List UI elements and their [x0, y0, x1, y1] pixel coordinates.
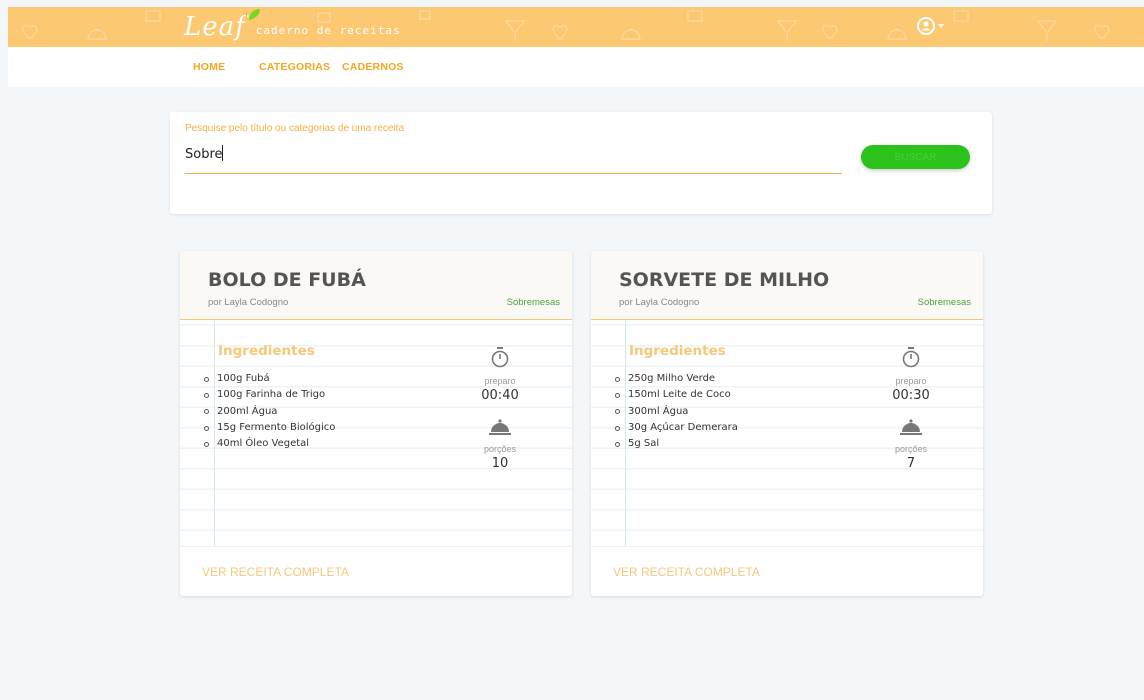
serving-cloche-icon	[489, 419, 511, 435]
ingredients-title: Ingredientes	[218, 343, 315, 359]
portions-label: porções	[483, 444, 517, 454]
recipe-card: BOLO DE FUBÁ por Layla Codogno Sobremesa…	[180, 251, 572, 596]
search-button[interactable]: BUSCAR	[861, 145, 970, 169]
portions-count: 10	[491, 456, 509, 471]
ingredients-title: Ingredientes	[629, 343, 726, 359]
main-nav: HOME CATEGORIAS CADERNOS	[8, 47, 1144, 87]
bullet-icon	[204, 392, 209, 398]
view-full-recipe-link[interactable]: VER RECEITA COMPLETA	[613, 565, 760, 579]
ingredient-item: 15g Fermento Biológico	[204, 420, 335, 436]
ingredient-item: 30g Açúcar Demerara	[615, 420, 738, 436]
bullet-icon	[204, 441, 209, 447]
prep-label: preparo	[484, 376, 516, 386]
prep-label: preparo	[895, 376, 927, 386]
leaf-icon	[246, 9, 260, 20]
recipe-category[interactable]: Sobremesas	[918, 297, 971, 308]
bullet-icon	[615, 376, 620, 382]
recipe-stats: preparo 00:30 porções 7	[871, 347, 951, 471]
search-label: Pesquise pelo título ou categorias de um…	[185, 123, 405, 134]
ingredient-item: 200ml Água	[204, 404, 335, 420]
logo-wordmark: Leaf	[184, 12, 246, 42]
recipe-stats: preparo 00:40 porções 10	[460, 347, 540, 471]
ingredient-item: 100g Farinha de Trigo	[204, 387, 335, 403]
bullet-icon	[204, 425, 209, 431]
recipe-card-footer: VER RECEITA COMPLETA	[591, 546, 983, 596]
ingredient-item: 300ml Água	[615, 404, 738, 420]
prep-time: 00:30	[892, 388, 930, 403]
recipe-category[interactable]: Sobremesas	[507, 297, 560, 308]
logo-tagline: caderno de receitas	[255, 23, 401, 37]
user-circle-icon	[917, 17, 935, 35]
recipe-card-header: SORVETE DE MILHO por Layla Codogno Sobre…	[591, 251, 983, 320]
chevron-down-icon	[938, 24, 944, 28]
recipe-author: por Layla Codogno	[619, 297, 700, 308]
view-full-recipe-link[interactable]: VER RECEITA COMPLETA	[202, 565, 349, 579]
bullet-icon	[204, 409, 209, 415]
portions-label: porções	[894, 444, 928, 454]
search-card: Pesquise pelo título ou categorias de um…	[170, 112, 992, 214]
nav-categorias[interactable]: CATEGORIAS	[259, 61, 330, 73]
bullet-icon	[615, 392, 620, 398]
bullet-icon	[204, 376, 209, 382]
recipe-card: SORVETE DE MILHO por Layla Codogno Sobre…	[591, 251, 983, 596]
bullet-icon	[615, 441, 620, 447]
recipe-card-footer: VER RECEITA COMPLETA	[180, 546, 572, 596]
stopwatch-icon	[902, 347, 920, 368]
nav-home[interactable]: HOME	[193, 61, 225, 73]
ingredient-item: 5g Sal	[615, 436, 738, 452]
food-pattern-background	[22, 10, 1110, 41]
serving-cloche-icon	[900, 419, 922, 435]
ingredient-item: 100g Fubá	[204, 371, 335, 387]
ingredient-item: 250g Milho Verde	[615, 371, 738, 387]
bullet-icon	[615, 409, 620, 415]
ingredient-item: 150ml Leite de Coco	[615, 387, 738, 403]
nav-cadernos[interactable]: CADERNOS	[342, 61, 404, 73]
user-menu[interactable]	[916, 16, 944, 36]
text-cursor	[222, 145, 223, 161]
recipe-title: BOLO DE FUBÁ	[208, 269, 366, 291]
recipe-card-header: BOLO DE FUBÁ por Layla Codogno Sobremesa…	[180, 251, 572, 320]
recipe-title: SORVETE DE MILHO	[619, 269, 830, 291]
stopwatch-icon	[491, 347, 509, 368]
ingredient-item: 40ml Óleo Vegetal	[204, 436, 335, 452]
prep-time: 00:40	[481, 388, 519, 403]
ingredients-list: 250g Milho Verde 150ml Leite de Coco 300…	[615, 371, 738, 452]
bullet-icon	[615, 425, 620, 431]
app-logo[interactable]: Leaf caderno de receitas	[184, 7, 401, 47]
portions-count: 7	[906, 456, 916, 471]
top-header: Leaf caderno de receitas	[8, 7, 1144, 47]
recipe-author: por Layla Codogno	[208, 297, 289, 308]
search-input[interactable]	[185, 142, 842, 174]
ingredients-list: 100g Fubá 100g Farinha de Trigo 200ml Ág…	[204, 371, 335, 452]
